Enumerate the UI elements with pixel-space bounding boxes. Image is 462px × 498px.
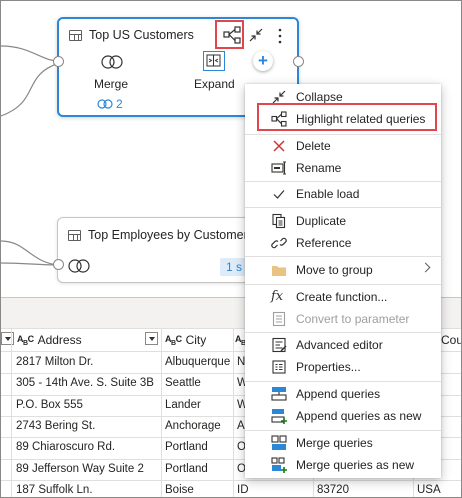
input-port[interactable]: [53, 56, 64, 67]
parameter-icon: [271, 311, 287, 327]
append-queries-new-icon: [271, 408, 287, 424]
folder-icon: [271, 262, 287, 278]
merge-queries-icon: [271, 435, 287, 451]
merge-icon[interactable]: [68, 259, 90, 273]
menu-separator: [245, 284, 441, 285]
reference-icon: [271, 235, 287, 251]
properties-icon: [271, 359, 287, 375]
add-step-button[interactable]: +: [253, 51, 273, 71]
column-header-address[interactable]: ABC Address: [17, 330, 82, 350]
query-card-top-employees[interactable]: Top Employees by Customers 1 s: [57, 217, 257, 283]
menu-separator: [245, 332, 441, 333]
append-queries-icon: [271, 386, 287, 402]
text-type-icon[interactable]: ABC: [165, 334, 182, 347]
table-cell-city[interactable]: Anchorage: [165, 420, 231, 432]
table-cell-address[interactable]: 187 Suffolk Ln.: [16, 484, 158, 496]
related-queries-highlight: [215, 20, 244, 49]
table-cell-address[interactable]: 89 Chiaroscuro Rd.: [16, 441, 158, 453]
table-cell-state[interactable]: ID: [237, 484, 311, 496]
menu-item-merge-queries[interactable]: Merge queries: [245, 432, 441, 454]
menu-item-properties[interactable]: Properties...: [245, 356, 441, 378]
advanced-editor-icon: [271, 337, 287, 353]
submenu-chevron-icon: [420, 262, 431, 273]
table-cell-city[interactable]: Portland: [165, 441, 231, 453]
column-filter-button[interactable]: [145, 332, 158, 345]
more-options-icon[interactable]: [277, 28, 283, 44]
menu-item-create-function[interactable]: fx Create function...: [245, 286, 441, 308]
linked-queries-count[interactable]: 2: [97, 97, 123, 111]
table-cell-address[interactable]: 89 Jefferson Way Suite 2: [16, 463, 158, 475]
menu-item-convert-to-parameter[interactable]: Convert to parameter: [245, 308, 441, 330]
menu-item-advanced-editor[interactable]: Advanced editor: [245, 334, 441, 356]
column-filter-button[interactable]: [1, 332, 14, 345]
rename-icon: [271, 160, 287, 176]
delete-x-icon: [271, 138, 287, 154]
duplicate-icon: [271, 213, 287, 229]
menu-separator: [245, 381, 441, 382]
menu-item-append-queries-new[interactable]: Append queries as new: [245, 405, 441, 427]
menu-item-enable-load[interactable]: Enable load: [245, 183, 441, 205]
row-divider: [1, 479, 461, 481]
table-cell-country[interactable]: USA: [417, 484, 461, 496]
table-cell-city[interactable]: Portland: [165, 463, 231, 475]
link-icon: [97, 99, 113, 109]
table-cell-address[interactable]: 305 - 14th Ave. S. Suite 3B: [16, 377, 158, 389]
step-label-expand: Expand: [194, 77, 235, 91]
menu-item-reference[interactable]: Reference: [245, 232, 441, 254]
collapse-arrows-icon[interactable]: [249, 28, 263, 42]
text-type-icon[interactable]: ABC: [17, 334, 34, 347]
column-header-city[interactable]: ABC City: [165, 330, 206, 350]
table-cell-city[interactable]: Seattle: [165, 377, 231, 389]
table-icon: [69, 30, 82, 41]
query-title: Top US Customers: [89, 28, 194, 42]
menu-separator: [245, 207, 441, 208]
merge-icon[interactable]: [101, 55, 123, 69]
power-query-window: Top US Customers Merge 2 Expand + Top Em…: [0, 0, 462, 498]
menu-item-highlight: [257, 103, 437, 131]
table-cell-address[interactable]: 2743 Bering St.: [16, 420, 158, 432]
table-cell-city[interactable]: Albuquerque: [165, 356, 231, 368]
menu-item-rename[interactable]: Rename: [245, 157, 441, 179]
table-cell-city[interactable]: Lander: [165, 399, 231, 411]
expand-icon[interactable]: [203, 51, 225, 71]
menu-separator: [245, 256, 441, 257]
table-cell-zip[interactable]: 83720: [317, 484, 411, 496]
checkmark-icon: [271, 186, 287, 202]
menu-item-move-to-group[interactable]: Move to group: [245, 259, 441, 281]
menu-item-duplicate[interactable]: Duplicate: [245, 210, 441, 232]
table-cell-address[interactable]: 2817 Milton Dr.: [16, 356, 158, 368]
query-title: Top Employees by Customers: [88, 228, 255, 242]
query-context-menu: Collapse Highlight related queries Delet…: [245, 84, 441, 478]
menu-item-merge-queries-new[interactable]: Merge queries as new: [245, 454, 441, 476]
table-cell-city[interactable]: Boise: [165, 484, 231, 496]
merge-queries-new-icon: [271, 457, 287, 473]
table-icon: [68, 230, 81, 241]
link-count: 2: [116, 97, 123, 111]
menu-item-append-queries[interactable]: Append queries: [245, 383, 441, 405]
table-cell-address[interactable]: P.O. Box 555: [16, 399, 158, 411]
step-label-merge: Merge: [94, 77, 129, 91]
menu-separator: [245, 430, 441, 431]
menu-item-delete[interactable]: Delete: [245, 135, 441, 157]
function-icon: fx: [271, 289, 284, 304]
column-header-country[interactable]: Coun: [441, 330, 461, 350]
menu-separator: [245, 181, 441, 182]
input-port[interactable]: [53, 259, 64, 270]
output-port[interactable]: [293, 56, 304, 67]
steps-badge[interactable]: 1 s: [220, 258, 249, 276]
